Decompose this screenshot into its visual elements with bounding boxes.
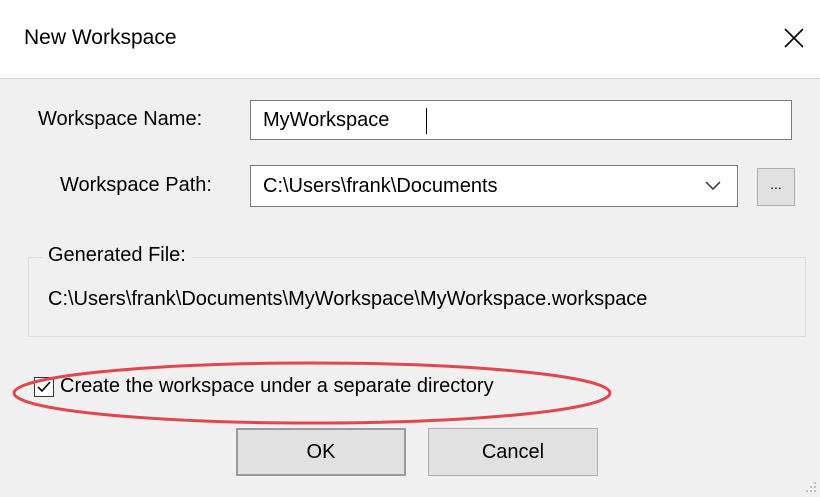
generated-file-label: Generated File: <box>42 244 192 267</box>
ok-button[interactable]: OK <box>236 428 406 476</box>
dialog-title: New Workspace <box>24 26 177 49</box>
resize-grip-icon[interactable] <box>802 478 818 494</box>
separate-directory-label[interactable]: Create the workspace under a separate di… <box>60 375 494 398</box>
browse-button[interactable]: ... <box>757 168 795 206</box>
separate-directory-checkbox[interactable] <box>34 377 54 397</box>
workspace-path-label: Workspace Path: <box>60 174 212 196</box>
text-caret <box>426 108 427 134</box>
cancel-button[interactable]: Cancel <box>428 428 598 476</box>
close-icon[interactable] <box>776 20 812 56</box>
chevron-down-icon <box>705 181 721 191</box>
workspace-name-input[interactable] <box>250 100 792 140</box>
checkmark-icon <box>37 381 51 393</box>
workspace-path-value: C:\Users\frank\Documents <box>263 175 498 197</box>
generated-file-path: C:\Users\frank\Documents\MyWorkspace\MyW… <box>48 288 648 310</box>
workspace-name-label: Workspace Name: <box>38 108 203 130</box>
title-bar: New Workspace <box>0 0 820 79</box>
workspace-path-dropdown[interactable]: C:\Users\frank\Documents <box>250 165 738 207</box>
